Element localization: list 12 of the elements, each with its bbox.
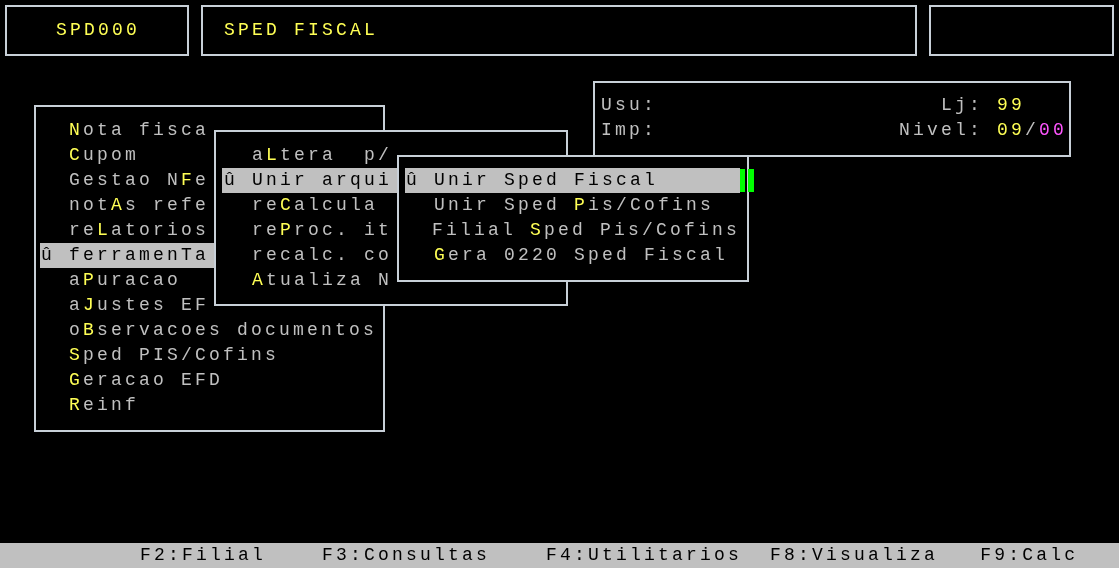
level-field: Nivel: 09/00 [898, 118, 1067, 143]
function-key-shortcut[interactable]: F2:Filial [140, 543, 267, 568]
function-key-shortcut[interactable]: F9:Calc [980, 543, 1079, 568]
screen-title: SPED FISCAL [224, 19, 379, 42]
user-label: Usu: [601, 94, 657, 117]
text-cursor [740, 169, 754, 192]
function-key-shortcut[interactable]: F4:Utilitarios [546, 543, 743, 568]
program-code: SPD000 [56, 19, 140, 42]
printer-label: Imp: [601, 119, 657, 142]
store-field: Lj: 99 [940, 93, 1025, 118]
function-key-shortcut[interactable]: F3:Consultas [322, 543, 491, 568]
function-key-shortcut[interactable]: F8:Visualiza [770, 543, 939, 568]
